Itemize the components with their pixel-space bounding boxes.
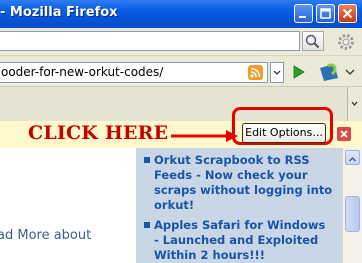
read-more-link[interactable]: ad More about: [0, 228, 91, 243]
search-button[interactable]: [302, 31, 324, 51]
go-arrow-icon[interactable]: [290, 63, 308, 81]
address-dropdown-button[interactable]: [270, 62, 284, 83]
extension-icon[interactable]: [318, 60, 358, 84]
side-panel: Orkut Scrapbook to RSS Feeds - Now check…: [136, 148, 342, 263]
maximize-icon: [320, 8, 331, 19]
close-icon: [342, 8, 353, 19]
window-title: - Mozilla Firefox: [0, 5, 118, 20]
close-notification-icon[interactable]: [337, 127, 351, 141]
chevron-down-icon: [273, 70, 281, 75]
search-field[interactable]: [0, 31, 300, 51]
bullet-icon: [144, 222, 150, 228]
navigation-toolbar: ooder-for-new-orkut-codes/: [0, 56, 362, 87]
arrow-right-icon: [171, 130, 238, 142]
address-bar[interactable]: ooder-for-new-orkut-codes/: [0, 62, 268, 83]
bullet-icon: [144, 157, 150, 163]
window-titlebar: - Mozilla Firefox: [0, 0, 362, 28]
close-window-button[interactable]: [338, 4, 357, 23]
chevron-up-icon: [348, 156, 357, 162]
toolbar-row: [0, 28, 362, 56]
side-link-safari[interactable]: Apples Safari for Windows - Launched and…: [144, 218, 340, 263]
magnifier-icon: [305, 34, 320, 49]
gear-icon[interactable]: [336, 32, 356, 52]
click-here-annotation: CLICK HERE: [28, 122, 169, 144]
rss-icon[interactable]: [248, 65, 263, 80]
scroll-up-button[interactable]: [345, 150, 360, 165]
chevron-down-icon: [351, 101, 358, 107]
maximize-button[interactable]: [316, 4, 335, 23]
minimize-icon: [299, 16, 306, 18]
scrollbar-thumb[interactable]: [345, 196, 360, 232]
minimize-button[interactable]: [294, 4, 313, 23]
edit-options-button[interactable]: Edit Options...: [242, 123, 326, 143]
side-link-orkut-rss[interactable]: Orkut Scrapbook to RSS Feeds - Now check…: [144, 153, 340, 213]
side-link-text: Apples Safari for Windows - Launched and…: [154, 218, 326, 262]
side-link-text: Orkut Scrapbook to RSS Feeds - Now check…: [154, 153, 333, 212]
vertical-scrollbar[interactable]: [342, 148, 362, 263]
page-content: ad More about Orkut Scrapbook to RSS Fee…: [0, 148, 362, 263]
address-text: ooder-for-new-orkut-codes/: [1, 65, 164, 79]
tab-scroll-button[interactable]: [347, 87, 362, 121]
